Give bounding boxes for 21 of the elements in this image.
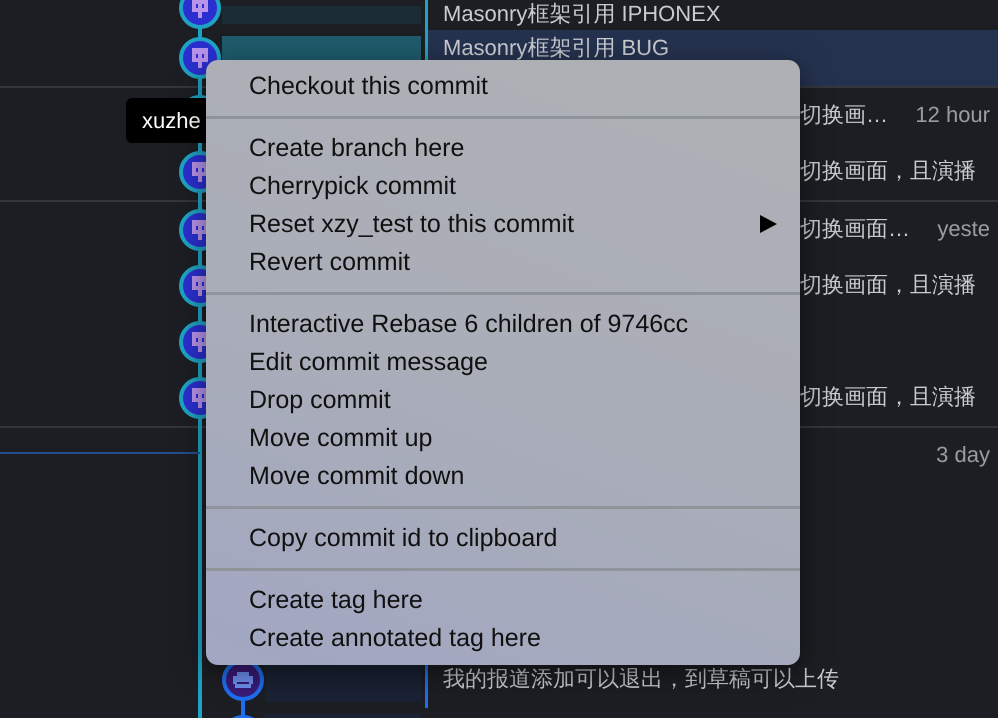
- menu-item[interactable]: Copy commit id to clipboard: [206, 519, 800, 557]
- menu-item[interactable]: Move commit down: [206, 457, 800, 495]
- commit-time: 12 hour: [915, 103, 991, 127]
- menu-item[interactable]: Revert commit: [206, 243, 800, 281]
- menu-item[interactable]: Cherrypick commit: [206, 167, 800, 205]
- commit-message: Masonry框架引用 IPHONEX: [443, 2, 720, 26]
- commit-message: 切换画面，且演播: [800, 273, 976, 297]
- commit-message: 切换画面，且演播: [800, 385, 976, 409]
- menu-item[interactable]: Create tag here: [206, 581, 800, 619]
- commit-time: yeste: [937, 217, 991, 241]
- menu-item[interactable]: Interactive Rebase 6 children of 9746cc: [206, 305, 800, 343]
- tooltip-text: xuzhe: [142, 108, 201, 134]
- menu-item[interactable]: Create branch here: [206, 129, 800, 167]
- commit-message: 切换画…: [800, 103, 888, 127]
- menu-item[interactable]: Edit commit message: [206, 343, 800, 381]
- commit-message: Masonry框架引用 BUG: [443, 36, 670, 60]
- commit-message: 我的报道添加可以退出，到草稿可以上传: [443, 667, 839, 691]
- menu-item[interactable]: Drop commit: [206, 381, 800, 419]
- menu-item[interactable]: Reset xzy_test to this commit: [206, 205, 800, 243]
- menu-item[interactable]: Move commit up: [206, 419, 800, 457]
- commit-message: 切换画面…: [800, 217, 910, 241]
